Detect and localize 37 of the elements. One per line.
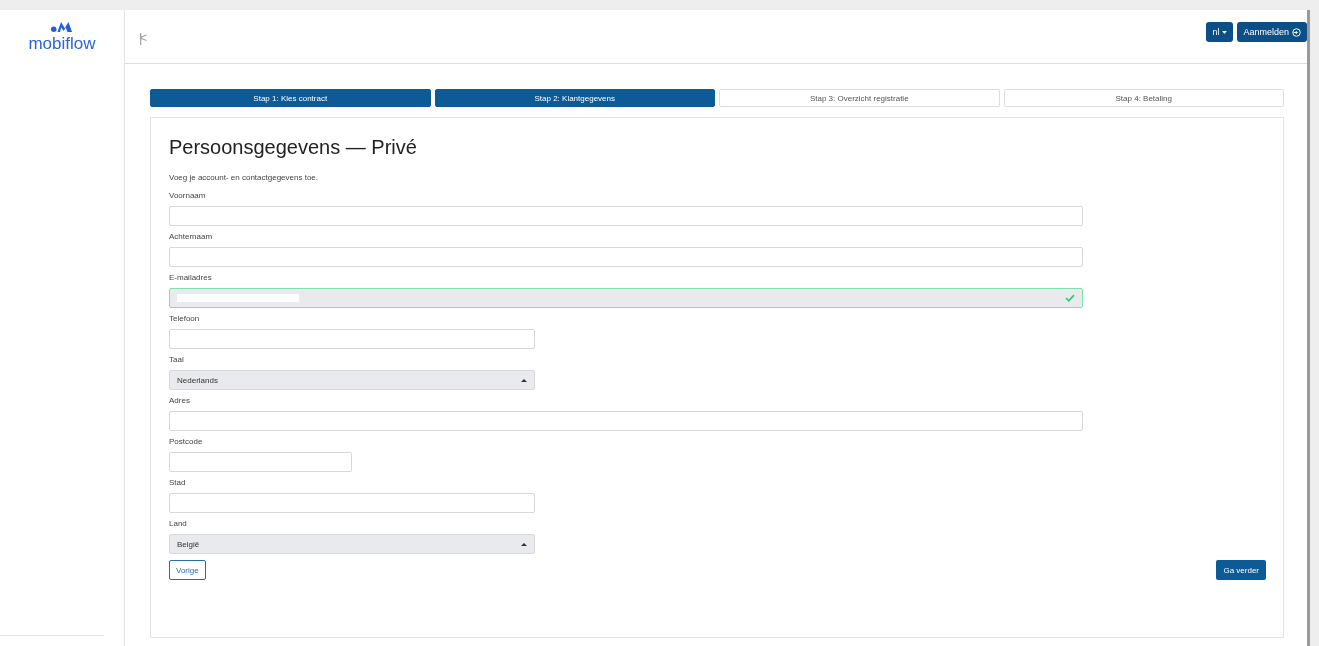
- field-label: Voornaam: [169, 191, 207, 200]
- field-label: Adres: [169, 396, 191, 405]
- select-value: Nederlands: [177, 375, 218, 385]
- caret-icon: [521, 378, 527, 382]
- input-field[interactable]: [169, 452, 352, 472]
- input-field[interactable]: [169, 288, 1083, 308]
- login-icon: [1292, 27, 1301, 37]
- select-value: België: [177, 539, 200, 549]
- language-dropdown[interactable]: nl: [1206, 22, 1234, 42]
- field-label: Stad: [169, 478, 187, 487]
- input-field[interactable]: [169, 329, 535, 349]
- select-field[interactable]: België: [169, 534, 535, 554]
- caret-icon: [521, 542, 527, 546]
- step-tab[interactable]: Stap 3: Overzicht registratie: [719, 89, 1000, 107]
- field-label: E-mailadres: [169, 273, 213, 282]
- field-label: Land: [169, 519, 188, 528]
- step-tab[interactable]: Stap 4: Betaling: [1003, 89, 1284, 107]
- next-button[interactable]: Ga verder: [1216, 560, 1266, 580]
- input-field[interactable]: [169, 411, 1083, 431]
- step-tab[interactable]: Stap 1: Kies contract: [150, 89, 431, 107]
- caret-icon: [1222, 30, 1228, 34]
- input-field[interactable]: [169, 206, 1083, 226]
- login-button[interactable]: Aanmelden: [1237, 22, 1307, 42]
- field-label: Taal: [169, 355, 185, 364]
- field-label: Telefoon: [169, 314, 201, 323]
- back-button[interactable]: Vorige: [169, 560, 206, 580]
- field-label: Achternaam: [169, 232, 214, 241]
- form-title: Persoonsgegevens — Privé: [169, 136, 418, 159]
- step-tab[interactable]: Stap 2: Klantgegevens: [434, 89, 715, 107]
- input-field[interactable]: [169, 247, 1083, 267]
- input-field[interactable]: [169, 493, 535, 513]
- form-intro: Voeg je account- en contactgegevens toe.: [169, 173, 319, 182]
- logo-icon: [51, 20, 73, 33]
- field-label: Postcode: [169, 437, 204, 446]
- select-field[interactable]: Nederlands: [169, 370, 535, 390]
- check-icon: [1065, 294, 1075, 302]
- logo-text: mobiflow: [28, 34, 96, 54]
